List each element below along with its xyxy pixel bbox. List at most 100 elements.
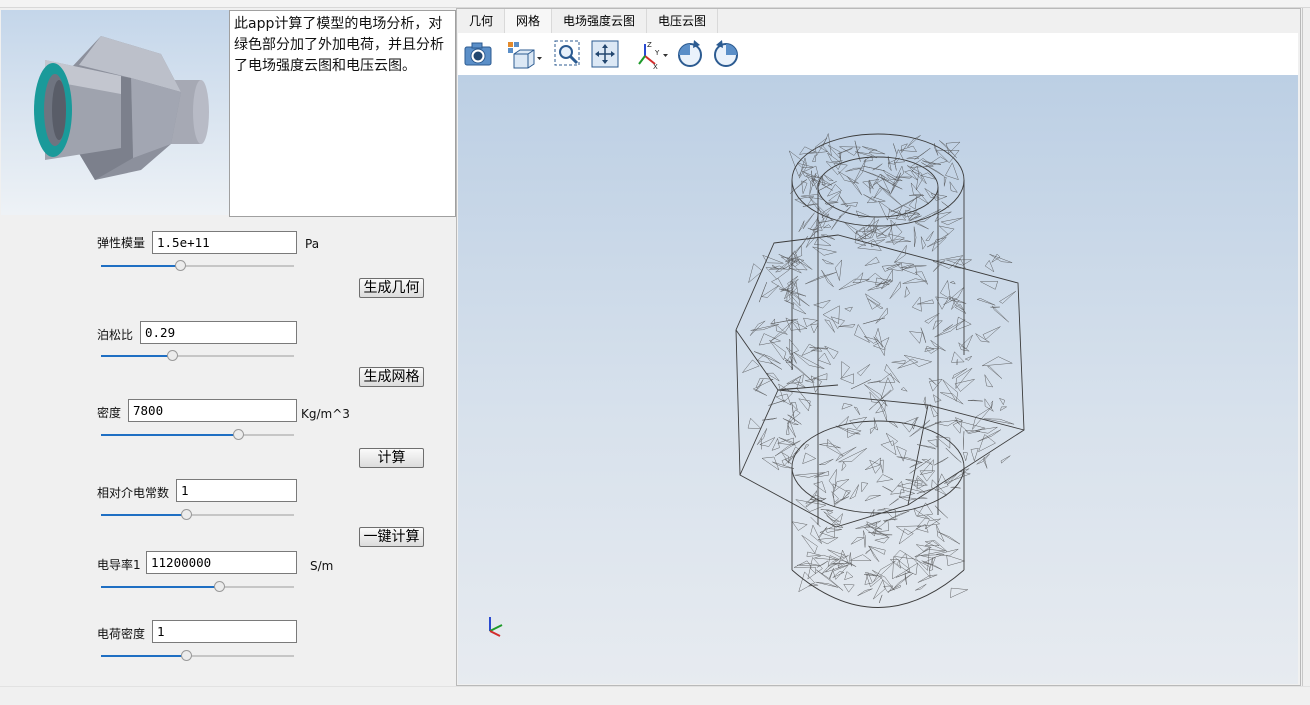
mesh-viewport[interactable]	[458, 75, 1298, 684]
charge-density-input[interactable]: 1	[152, 620, 297, 643]
one-click-compute-button[interactable]: 一键计算	[359, 527, 424, 547]
rotate-ccw-icon[interactable]	[674, 38, 706, 70]
mesh-element	[765, 372, 780, 382]
charge-density-slider[interactable]	[101, 649, 294, 663]
mesh-element	[879, 376, 894, 401]
mesh-element	[797, 563, 820, 566]
mesh-element	[916, 477, 927, 490]
mesh-element	[844, 306, 853, 312]
slider-handle[interactable]	[180, 650, 192, 661]
window-top-edge	[0, 0, 1310, 8]
mesh-element	[819, 442, 841, 449]
mesh-element	[840, 202, 858, 207]
mesh-element	[862, 178, 880, 190]
mesh-element	[818, 458, 834, 466]
app-description: 此app计算了模型的电场分析，对绿色部分加了外加电荷，并且分析了电场强度云图和电…	[229, 10, 456, 217]
slider-handle[interactable]	[175, 260, 187, 271]
mesh-element	[822, 258, 834, 265]
mesh-element	[869, 426, 877, 435]
elastic-modulus-slider[interactable]	[101, 259, 294, 273]
mesh-element	[791, 521, 808, 531]
mesh-element	[914, 208, 941, 223]
mesh-element	[955, 367, 973, 390]
mesh-element	[838, 171, 859, 184]
tab-voltage-contour[interactable]: 电压云图	[647, 9, 719, 33]
mesh-element	[984, 374, 994, 388]
mesh-element	[1000, 455, 1011, 464]
mesh-element	[750, 323, 779, 331]
mesh-element	[887, 233, 906, 245]
mesh-element	[855, 226, 867, 240]
mesh-element	[838, 447, 868, 463]
mesh-element	[770, 278, 786, 291]
mesh-element	[821, 269, 834, 288]
view-cube-icon[interactable]	[504, 38, 544, 70]
mesh-element	[967, 399, 983, 402]
rotate-cw-icon[interactable]	[710, 38, 742, 70]
elastic-modulus-label: 弹性模量	[97, 236, 146, 250]
slider-handle[interactable]	[180, 509, 192, 520]
slider-handle[interactable]	[213, 581, 225, 592]
mesh-element	[827, 145, 841, 159]
mesh-element	[876, 474, 894, 483]
mesh-element	[758, 282, 768, 303]
mesh-element	[934, 143, 939, 156]
slider-handle[interactable]	[167, 350, 179, 361]
zoom-box-icon[interactable]	[552, 38, 584, 70]
mesh-element	[802, 452, 817, 465]
mesh-element	[970, 448, 979, 462]
tab-mesh[interactable]: 网格	[505, 9, 553, 33]
mesh-element	[838, 206, 851, 218]
mesh-element	[890, 172, 902, 194]
mesh-element	[879, 173, 895, 196]
mesh-element	[917, 299, 935, 305]
slider-handle[interactable]	[233, 429, 245, 440]
mesh-element	[850, 554, 872, 561]
density-label: 密度	[97, 406, 122, 420]
charge-density-label: 电荷密度	[97, 627, 146, 641]
mesh-element	[888, 208, 906, 216]
poisson-ratio-label: 泊松比	[97, 328, 134, 342]
mesh-element	[903, 170, 918, 181]
mesh-element	[896, 445, 907, 462]
poisson-ratio-input[interactable]: 0.29	[140, 321, 297, 344]
mesh-element	[815, 206, 825, 231]
mesh-element	[913, 226, 917, 247]
mesh-element	[803, 444, 810, 450]
zoom-extents-icon[interactable]	[589, 38, 621, 70]
permittivity-slider[interactable]	[101, 508, 294, 522]
tab-field-strength-contour[interactable]: 电场强度云图	[552, 9, 648, 33]
density-slider[interactable]	[101, 428, 294, 442]
conductivity-input[interactable]: 11200000	[146, 551, 297, 574]
mesh-element	[877, 508, 886, 511]
mesh-element	[864, 384, 888, 407]
mesh-element	[823, 224, 832, 229]
mesh-element	[932, 394, 942, 403]
permittivity-input[interactable]: 1	[176, 479, 297, 502]
mesh-element	[962, 452, 968, 462]
mesh-element	[838, 278, 870, 291]
axes-orient-icon[interactable]: Z Y X	[635, 38, 671, 71]
mesh-element	[761, 456, 780, 471]
camera-icon[interactable]	[462, 38, 494, 70]
poisson-ratio-slider[interactable]	[101, 349, 294, 363]
generate-geometry-button[interactable]: 生成几何	[359, 278, 424, 298]
tab-geometry[interactable]: 几何	[458, 9, 506, 33]
generate-mesh-button[interactable]: 生成网格	[359, 367, 424, 387]
mesh-element	[941, 201, 950, 208]
mesh-element	[935, 296, 949, 310]
compute-button[interactable]: 计算	[359, 448, 424, 468]
mesh-element	[889, 480, 905, 495]
mesh-element	[990, 400, 994, 409]
mesh-element	[827, 152, 841, 162]
elastic-modulus-input[interactable]: 1.5e+11	[152, 231, 297, 254]
mesh-element	[946, 554, 966, 566]
mesh-element	[809, 567, 816, 575]
mesh-element	[910, 182, 930, 205]
mesh-element	[906, 155, 920, 159]
mesh-element	[770, 361, 782, 370]
conductivity-slider[interactable]	[101, 580, 294, 594]
mesh-element	[887, 157, 901, 165]
density-input[interactable]: 7800	[128, 399, 297, 422]
mesh-element	[982, 326, 1001, 340]
